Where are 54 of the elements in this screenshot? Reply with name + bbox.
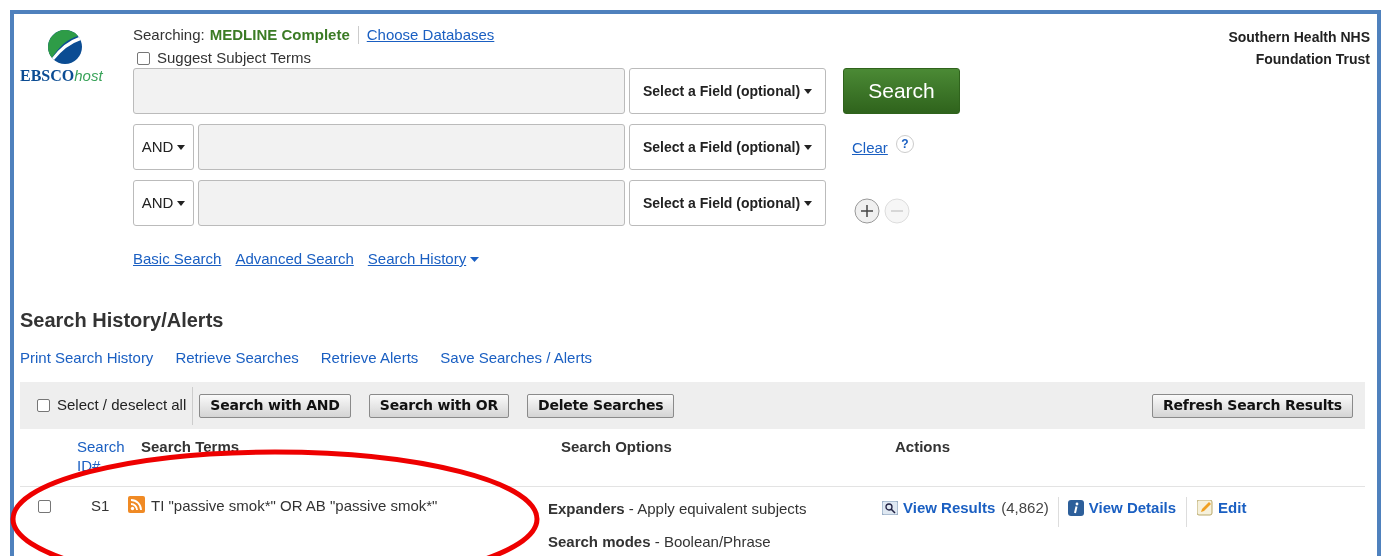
logo-text: EBSCOhost <box>20 67 103 85</box>
edit-link[interactable]: Edit <box>1197 497 1247 520</box>
globe-icon <box>48 30 82 64</box>
ebsco-logo[interactable]: EBSCOhost <box>20 26 133 271</box>
caret-icon <box>804 144 813 150</box>
column-header: Actions <box>895 437 950 457</box>
caret-icon <box>470 256 480 262</box>
operator-dropdown[interactable]: AND <box>133 180 194 226</box>
search-nav-link[interactable]: Advanced Search <box>235 248 354 271</box>
search-nav-link[interactable]: Search History <box>367 248 480 271</box>
pencil-icon <box>1197 500 1214 517</box>
operator-dropdown[interactable]: AND <box>133 124 194 170</box>
view-details-link[interactable]: View Details <box>1067 497 1177 520</box>
checkbox[interactable] <box>37 399 50 412</box>
history-link[interactable]: Retrieve Alerts <box>320 346 419 369</box>
caret-icon <box>177 200 186 206</box>
toolbar-button[interactable]: Search with OR <box>368 393 509 418</box>
search-option: Search modes - Boolean/Phrase <box>548 530 882 553</box>
searching-label: Searching: <box>133 26 205 44</box>
magnifier-icon <box>882 501 898 516</box>
search-button[interactable]: Search <box>843 68 960 114</box>
search-id: S1 <box>90 496 111 516</box>
section-heading: Search History/Alerts <box>20 307 225 333</box>
history-link[interactable]: Save Searches / Alerts <box>440 346 593 369</box>
field-dropdown[interactable]: Select a Field (optional) <box>629 124 826 170</box>
rss-icon[interactable] <box>128 496 145 513</box>
column-header: Search Options <box>561 437 673 457</box>
search-input[interactable] <box>198 124 625 170</box>
institution-name: Southern Health NHS <box>1228 28 1370 47</box>
search-input[interactable] <box>198 180 625 226</box>
suggest-label: Suggest Subject Terms <box>157 48 311 68</box>
database-name: MEDLINE Complete <box>209 26 350 44</box>
history-link[interactable]: Retrieve Searches <box>175 346 299 369</box>
select-all-label: Select / deselect all <box>57 395 187 416</box>
field-dropdown[interactable]: Select a Field (optional) <box>629 68 826 114</box>
caret-icon <box>804 88 813 94</box>
search-terms: TI "passive smok*" OR AB "passive smok*" <box>151 496 438 516</box>
checkbox[interactable] <box>38 500 51 513</box>
institution-name: Foundation Trust <box>1255 50 1370 69</box>
clear-link[interactable]: Clear <box>852 136 888 160</box>
search-option: Expanders - Apply equivalent subjects <box>548 498 882 521</box>
search-nav-link[interactable]: Basic Search <box>133 248 222 271</box>
toolbar-button[interactable]: Refresh Search Results <box>1152 393 1353 418</box>
field-dropdown[interactable]: Select a Field (optional) <box>629 180 826 226</box>
toolbar-button[interactable]: Delete Searches <box>527 393 675 418</box>
toolbar-button[interactable]: Search with AND <box>199 393 351 418</box>
choose-databases-link[interactable]: Choose Databases <box>366 26 495 44</box>
caret-icon <box>804 200 813 206</box>
search-input[interactable] <box>133 68 625 114</box>
result-count: (4,862) <box>1001 498 1049 518</box>
view-results-link[interactable]: View Results <box>882 497 996 520</box>
caret-icon <box>177 144 186 150</box>
add-row-icon[interactable] <box>854 198 880 224</box>
history-link[interactable]: Print Search History <box>20 346 154 369</box>
